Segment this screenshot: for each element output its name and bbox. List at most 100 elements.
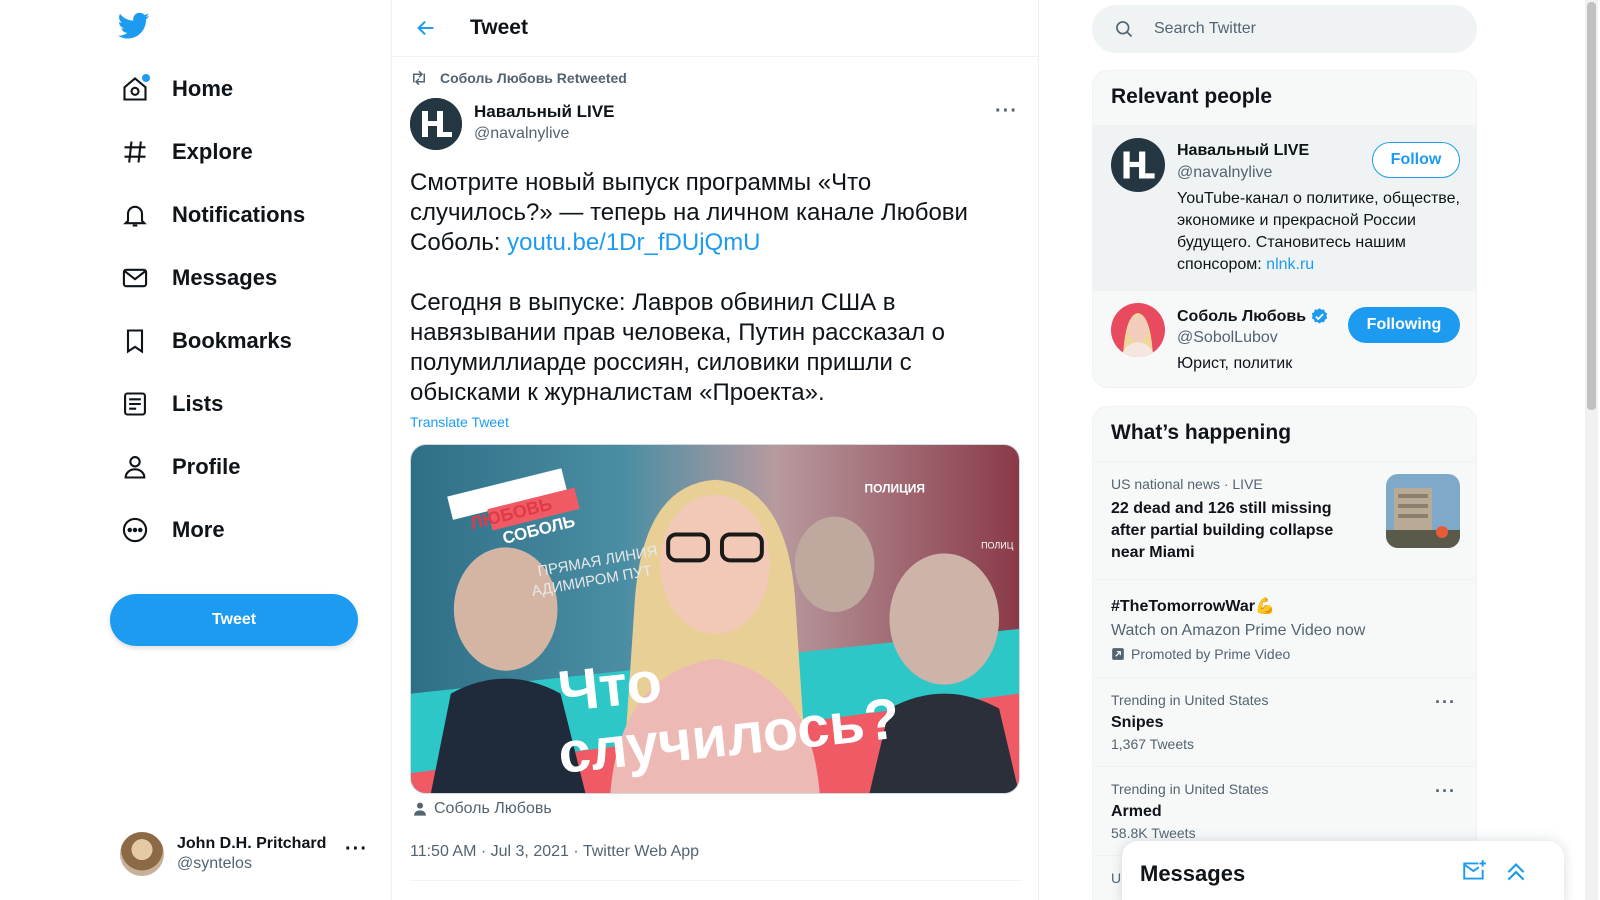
scrollbar-thumb[interactable] xyxy=(1587,2,1596,410)
trend-item[interactable]: Trending in United States Snipes 1,367 T… xyxy=(1093,677,1476,766)
nav-label: More xyxy=(172,517,225,542)
person-handle[interactable]: @SobolLubov xyxy=(1177,329,1278,347)
tweet-text: Смотрите новый выпуск программы «Что слу… xyxy=(410,168,1020,438)
retweet-context[interactable]: Соболь Любовь Retweeted xyxy=(410,70,627,86)
translate-link[interactable]: Translate Tweet xyxy=(410,414,509,430)
home-icon xyxy=(120,74,150,104)
twitter-logo-icon[interactable] xyxy=(117,12,154,44)
trend-title: #TheTomorrowWar💪 xyxy=(1111,598,1275,615)
hashtag-icon xyxy=(120,137,150,167)
person-tag-icon xyxy=(414,802,426,816)
promoted-icon xyxy=(1112,648,1124,660)
more-dots-icon[interactable]: ··· xyxy=(1435,781,1456,802)
trend-meta: Trending in United States xyxy=(1111,692,1269,708)
person-name[interactable]: Навальный LIVE xyxy=(1177,142,1309,160)
person-handle[interactable]: @navalnylive xyxy=(1177,164,1272,182)
nav-label: Messages xyxy=(172,265,278,290)
trend-meta: US national news · LIVE xyxy=(1111,476,1263,492)
main-header: Tweet xyxy=(392,0,1038,57)
nav-label: Explore xyxy=(172,139,253,164)
tweet-timestamp[interactable]: 11:50 AM · Jul 3, 2021 · Twitter Web App xyxy=(410,843,699,861)
tweet-button[interactable]: Tweet xyxy=(110,594,358,646)
avatar xyxy=(120,832,164,876)
person-card[interactable]: Навальный LIVE @navalnylive Follow YouTu… xyxy=(1093,125,1476,290)
notification-dot xyxy=(142,74,150,82)
media-police-text2: ПОЛИЦ xyxy=(981,540,1014,550)
person-icon xyxy=(120,452,150,482)
tweet-link[interactable]: youtu.be/1Dr_fDUjQmU xyxy=(507,229,760,256)
nav-label: Notifications xyxy=(172,202,306,227)
page-title: Tweet xyxy=(470,16,528,39)
tweet-text-part2: Сегодня в выпуске: Лавров обвинил США в … xyxy=(410,289,945,406)
nav-explore[interactable]: Explore xyxy=(120,128,253,176)
author-handle[interactable]: @navalnylive xyxy=(474,125,569,143)
search-icon xyxy=(1116,21,1133,38)
account-name: John D.H. Pritchard xyxy=(177,835,327,852)
media-tag-name: Соболь Любовь xyxy=(434,800,552,817)
panel-title: Relevant people xyxy=(1111,85,1273,108)
envelope-icon xyxy=(120,263,150,293)
person-bio: Юрист, политик xyxy=(1177,355,1293,372)
nav-home[interactable]: Home xyxy=(120,65,233,113)
messages-drawer-title: Messages xyxy=(1140,861,1246,886)
verified-badge-icon xyxy=(1311,308,1328,324)
nav-bookmarks[interactable]: Bookmarks xyxy=(120,317,292,365)
trend-count: 58.8K Tweets xyxy=(1111,825,1196,841)
trend-thumbnail xyxy=(1386,474,1460,548)
follow-button[interactable]: Follow xyxy=(1372,142,1460,178)
trend-meta: Trending in United States xyxy=(1111,781,1269,797)
trend-subtitle: Watch on Amazon Prime Video now xyxy=(1111,622,1366,639)
more-dots-icon[interactable]: ··· xyxy=(345,838,368,861)
messages-drawer[interactable]: Messages xyxy=(1122,841,1564,900)
avatar[interactable] xyxy=(1111,303,1165,357)
person-name[interactable]: Соболь Любовь xyxy=(1177,307,1329,326)
media-tag[interactable]: Соболь Любовь xyxy=(412,800,552,818)
trend-meta: U xyxy=(1111,870,1122,886)
new-message-icon[interactable] xyxy=(1458,855,1490,887)
trend-title: Snipes xyxy=(1111,714,1164,731)
relevant-people-panel: Relevant people Навальный LIVE @navalnyl… xyxy=(1092,70,1477,388)
nav-label: Bookmarks xyxy=(172,328,292,353)
trend-title: 22 dead and 126 still missing after part… xyxy=(1111,500,1334,561)
media-police-text: ПОЛИЦИЯ xyxy=(865,482,925,496)
panel-title: What’s happening xyxy=(1111,421,1292,444)
left-navigation: Home Explore Notifications Messages Book… xyxy=(0,0,392,900)
main-column: Tweet Соболь Любовь Retweeted Навальный … xyxy=(392,0,1039,900)
author-avatar[interactable] xyxy=(410,98,462,150)
person-bio: YouTube-канал о политике, обществе, экон… xyxy=(1177,190,1460,273)
right-sidebar: Relevant people Навальный LIVE @navalnyl… xyxy=(1039,0,1600,900)
search-input[interactable] xyxy=(1154,20,1454,38)
bell-icon xyxy=(120,200,150,230)
nav-notifications[interactable]: Notifications xyxy=(120,191,305,239)
tweet-media-image[interactable]: ЛЮБОВЬ СОБОЛЬ ПРЯМАЯ ЛИНИЯ АДИМИРОМ ПУТ … xyxy=(410,444,1020,794)
trend-item[interactable]: US national news · LIVE 22 dead and 126 … xyxy=(1093,461,1476,579)
retweet-icon xyxy=(413,70,425,86)
nav-profile[interactable]: Profile xyxy=(120,443,240,491)
trend-title: Armed xyxy=(1111,803,1162,820)
more-circle-icon xyxy=(120,515,150,545)
nav-label: Lists xyxy=(172,391,224,416)
nav-messages[interactable]: Messages xyxy=(120,254,277,302)
bio-link[interactable]: nlnk.ru xyxy=(1266,256,1314,273)
nav-label: Profile xyxy=(172,454,241,479)
trend-item[interactable]: #TheTomorrowWar💪 Watch on Amazon Prime V… xyxy=(1093,579,1476,677)
nav-lists[interactable]: Lists xyxy=(120,380,223,428)
person-card[interactable]: Соболь Любовь @SobolLubov Following Юрис… xyxy=(1093,290,1476,387)
account-handle: @syntelos xyxy=(177,855,252,872)
avatar[interactable] xyxy=(1111,138,1165,192)
following-button[interactable]: Following xyxy=(1348,307,1460,343)
trend-count: 1,367 Tweets xyxy=(1111,736,1195,752)
divider xyxy=(410,880,1022,881)
more-dots-icon[interactable]: ··· xyxy=(995,100,1018,123)
more-dots-icon[interactable]: ··· xyxy=(1435,692,1456,713)
account-switcher[interactable]: John D.H. Pritchard @syntelos ··· xyxy=(120,830,380,878)
search-box[interactable] xyxy=(1092,5,1477,53)
whats-happening-panel: What’s happening US national news · LIVE… xyxy=(1092,406,1477,900)
nav-label: Home xyxy=(172,76,234,101)
author-name[interactable]: Навальный LIVE xyxy=(474,102,614,122)
retweet-label: Соболь Любовь Retweeted xyxy=(440,70,627,86)
nav-more[interactable]: More xyxy=(120,506,225,554)
back-arrow-icon[interactable] xyxy=(406,8,446,48)
chevron-up-icon[interactable] xyxy=(1500,855,1532,887)
scrollbar[interactable] xyxy=(1585,0,1598,900)
